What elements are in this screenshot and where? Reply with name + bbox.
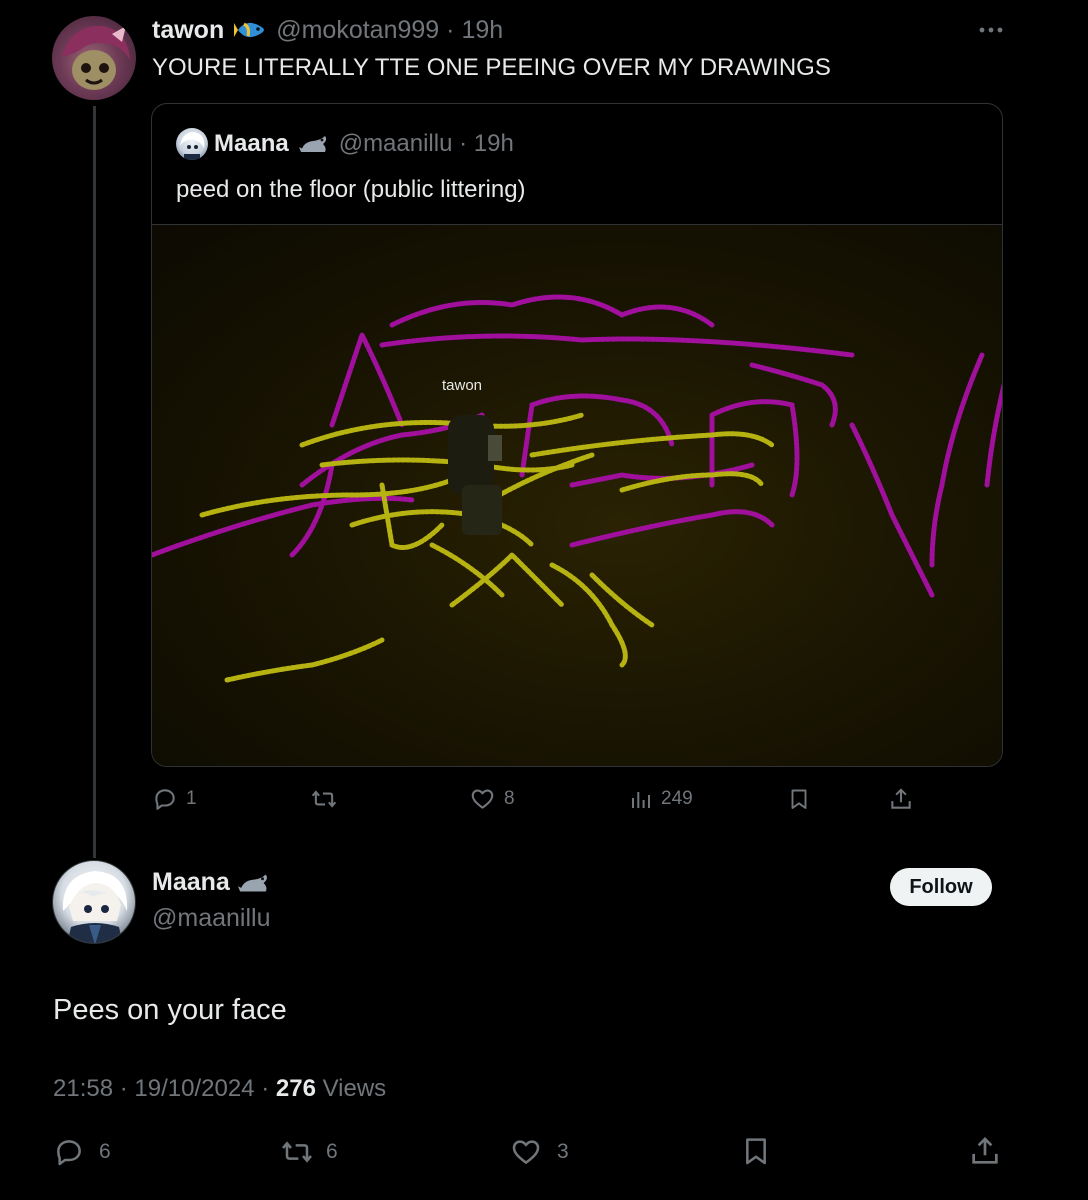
quoted-author-handle: @maanillu bbox=[338, 130, 453, 157]
thread-connector-line bbox=[93, 106, 96, 858]
bookmark-icon bbox=[746, 1138, 766, 1165]
views-count: 276 bbox=[275, 1075, 316, 1102]
author-handle[interactable]: @maanillu bbox=[152, 904, 270, 933]
share-icon bbox=[891, 788, 911, 809]
seal-icon bbox=[237, 870, 270, 896]
quoted-tweet-header: Maana @maanillu · 19h bbox=[214, 126, 514, 162]
heart-icon bbox=[512, 1140, 540, 1164]
avatar-maana[interactable] bbox=[52, 860, 136, 944]
analytics-icon bbox=[632, 792, 650, 808]
like-count: 8 bbox=[504, 788, 515, 809]
share-button[interactable] bbox=[968, 1134, 1002, 1168]
author-handle[interactable]: @mokotan999 bbox=[276, 16, 439, 44]
tweet-date[interactable]: 19/10/2024 bbox=[134, 1075, 254, 1102]
reply-button[interactable]: 1 bbox=[152, 786, 197, 812]
tweet-time[interactable]: 19h bbox=[461, 16, 503, 44]
avatar-tawon[interactable] bbox=[52, 16, 136, 100]
tweet-time[interactable]: 21:58 bbox=[53, 1075, 113, 1102]
share-icon bbox=[972, 1137, 998, 1164]
avatar-maana-small bbox=[176, 128, 208, 160]
quoted-tweet-card[interactable]: Maana @maanillu · 19h peed on the floor … bbox=[151, 103, 1003, 767]
avatar-illustration bbox=[62, 871, 128, 943]
main-tweet-author: Maana bbox=[152, 868, 270, 897]
bookmark-button[interactable] bbox=[740, 1134, 772, 1168]
tweet-metadata: 21:58 · 19/10/2024 · 276 Views bbox=[53, 1075, 386, 1103]
follow-button[interactable]: Follow bbox=[890, 868, 992, 906]
separator-dot: · bbox=[459, 130, 468, 157]
bookmark-button[interactable] bbox=[787, 786, 811, 812]
like-button[interactable]: 3 bbox=[509, 1136, 569, 1168]
quoted-tweet-media[interactable]: tawon bbox=[152, 224, 1002, 766]
separator-dot: · bbox=[261, 1075, 270, 1102]
reply-count: 6 bbox=[99, 1140, 111, 1163]
repost-icon bbox=[311, 790, 337, 808]
repost-button[interactable] bbox=[310, 786, 346, 812]
tropical-fish-icon bbox=[234, 17, 266, 43]
like-count: 3 bbox=[557, 1140, 569, 1163]
like-button[interactable]: 8 bbox=[469, 786, 515, 812]
repost-icon bbox=[282, 1141, 312, 1163]
reply-button[interactable]: 6 bbox=[53, 1136, 111, 1168]
parent-tweet-header: tawon @mokotan999 · 19h bbox=[152, 14, 503, 46]
quoted-author-name: Maana bbox=[214, 130, 289, 157]
author-name[interactable]: Maana bbox=[152, 868, 230, 897]
repost-count: 6 bbox=[326, 1140, 338, 1163]
more-options-icon[interactable] bbox=[977, 20, 1005, 40]
quoted-tweet-text: peed on the floor (public littering) bbox=[176, 176, 526, 203]
views-button[interactable]: 249 bbox=[629, 786, 693, 812]
share-button[interactable] bbox=[888, 786, 914, 812]
views-label: Views bbox=[322, 1075, 387, 1102]
author-name[interactable]: tawon bbox=[152, 16, 224, 45]
seal-icon bbox=[298, 132, 329, 156]
avatar-illustration bbox=[62, 25, 130, 90]
tweet-text: Pees on your face bbox=[53, 994, 287, 1026]
game-screenshot-image: tawon bbox=[152, 294, 1002, 683]
heart-icon bbox=[471, 789, 494, 809]
tweet-text: YOURE LITERALLY TTE ONE PEEING OVER MY D… bbox=[152, 54, 831, 81]
separator-dot: · bbox=[119, 1075, 128, 1102]
bookmark-icon bbox=[791, 789, 807, 809]
reply-icon bbox=[155, 789, 175, 810]
separator-dot: · bbox=[446, 15, 455, 44]
repost-button[interactable]: 6 bbox=[280, 1136, 338, 1168]
quoted-tweet-time: 19h bbox=[473, 130, 514, 157]
reply-count: 1 bbox=[186, 788, 197, 809]
reply-icon bbox=[57, 1140, 81, 1166]
view-count: 249 bbox=[661, 788, 693, 809]
player-name-tag: tawon bbox=[442, 377, 482, 394]
